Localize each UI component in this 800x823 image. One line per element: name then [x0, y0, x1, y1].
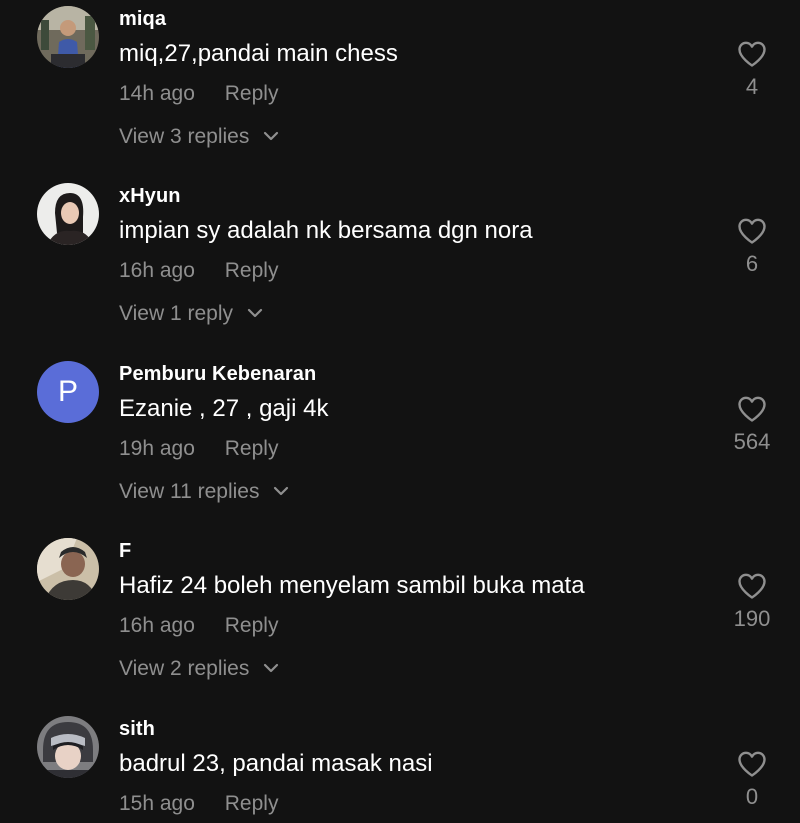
comment-text: impian sy adalah nk bersama dgn nora — [119, 217, 533, 244]
comment-username[interactable]: F — [119, 540, 131, 563]
comment-meta: 16h ago Reply — [119, 614, 278, 638]
like-count: 4 — [745, 74, 759, 99]
heart-outline-icon — [738, 751, 766, 777]
comment-text: miq,27,pandai main chess — [119, 40, 398, 67]
comment-text: Hafiz 24 boleh menyelam sambil buka mata — [119, 572, 585, 599]
comment-time: 14h ago — [119, 82, 195, 105]
comment-time: 15h ago — [119, 792, 195, 815]
reply-button[interactable]: Reply — [225, 82, 279, 106]
like-button[interactable]: 564 — [712, 395, 792, 455]
comment-item: F Hafiz 24 boleh menyelam sambil buka ma… — [0, 532, 800, 709]
avatar[interactable] — [37, 6, 99, 68]
view-replies-button[interactable]: View 3 replies — [119, 125, 279, 149]
comment-meta: 16h ago Reply — [119, 259, 278, 283]
comment-username[interactable]: sith — [119, 718, 155, 741]
view-replies-label: View 2 replies — [119, 657, 250, 680]
chevron-down-icon — [247, 309, 262, 318]
like-button[interactable]: 190 — [712, 572, 792, 632]
comment-time: 16h ago — [119, 614, 195, 637]
avatar-image — [37, 538, 99, 600]
comment-item: sith badrul 23, pandai masak nasi 15h ag… — [0, 710, 800, 823]
like-button[interactable]: 6 — [712, 217, 792, 277]
avatar[interactable] — [37, 183, 99, 245]
comment-meta: 19h ago Reply — [119, 437, 278, 461]
heart-outline-icon — [738, 41, 766, 67]
comment-time: 19h ago — [119, 437, 195, 460]
reply-button[interactable]: Reply — [225, 437, 279, 461]
avatar-image — [37, 716, 99, 778]
chevron-down-icon — [264, 132, 279, 141]
reply-button[interactable]: Reply — [225, 614, 279, 638]
avatar-letter: P — [57, 375, 78, 408]
comment-meta: 14h ago Reply — [119, 82, 278, 106]
view-replies-label: View 1 reply — [119, 302, 234, 325]
view-replies-button[interactable]: View 1 reply — [119, 302, 263, 326]
like-button[interactable]: 0 — [712, 750, 792, 810]
comment-item: P Pemburu Kebenaran Ezanie , 27 , gaji 4… — [0, 355, 800, 532]
view-replies-label: View 3 replies — [119, 125, 250, 148]
like-count: 564 — [733, 429, 771, 454]
chevron-down-icon — [264, 664, 279, 673]
view-replies-button[interactable]: View 2 replies — [119, 657, 279, 681]
like-count: 190 — [733, 606, 771, 631]
avatar[interactable] — [37, 538, 99, 600]
like-count: 0 — [745, 784, 759, 809]
comment-list: miqa miq,27,pandai main chess 14h ago Re… — [0, 0, 800, 823]
avatar[interactable] — [37, 716, 99, 778]
view-replies-label: View 11 replies — [119, 480, 260, 503]
like-button[interactable]: 4 — [712, 40, 792, 100]
avatar-image — [37, 183, 99, 245]
chevron-down-icon — [274, 487, 289, 496]
heart-outline-icon — [738, 218, 766, 244]
comment-username[interactable]: Pemburu Kebenaran — [119, 363, 316, 386]
comment-meta: 15h ago Reply — [119, 792, 278, 816]
avatar[interactable]: P — [37, 361, 99, 423]
avatar-image — [37, 6, 99, 68]
comment-username[interactable]: miqa — [119, 8, 166, 31]
heart-outline-icon — [738, 396, 766, 422]
comment-text: badrul 23, pandai masak nasi — [119, 750, 433, 777]
heart-outline-icon — [738, 573, 766, 599]
comment-item: xHyun impian sy adalah nk bersama dgn no… — [0, 177, 800, 354]
comment-time: 16h ago — [119, 259, 195, 282]
comment-username[interactable]: xHyun — [119, 185, 181, 208]
comment-item: miqa miq,27,pandai main chess 14h ago Re… — [0, 0, 800, 177]
reply-button[interactable]: Reply — [225, 259, 279, 283]
like-count: 6 — [745, 251, 759, 276]
comment-text: Ezanie , 27 , gaji 4k — [119, 395, 329, 422]
view-replies-button[interactable]: View 11 replies — [119, 480, 289, 504]
reply-button[interactable]: Reply — [225, 792, 279, 816]
